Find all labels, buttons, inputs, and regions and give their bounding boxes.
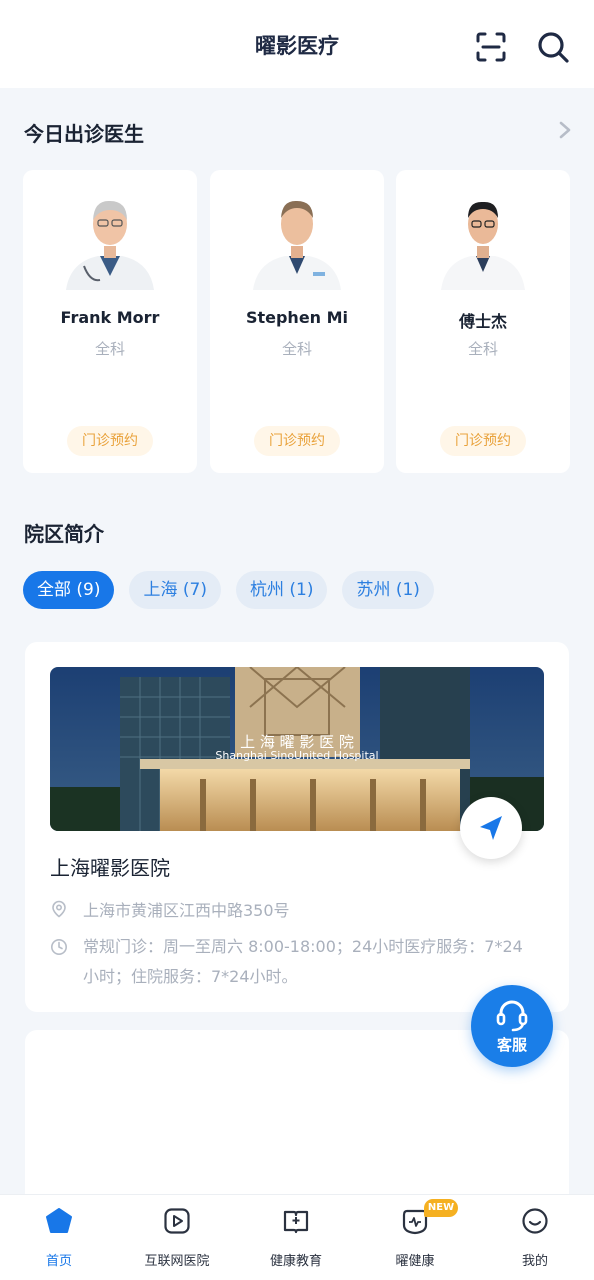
new-badge: NEW <box>424 1199 458 1217</box>
tab-label: 曜健康 <box>395 1254 435 1269</box>
tab-label: 健康教育 <box>269 1254 322 1269</box>
tab-label: 互联网医院 <box>144 1254 210 1269</box>
doctor-department: 全科 <box>281 340 312 358</box>
customer-service-button[interactable]: 客服 <box>471 985 553 1067</box>
customer-service-label: 客服 <box>496 1036 527 1054</box>
tab-label: 首页 <box>45 1254 72 1269</box>
doctor-department: 全科 <box>94 340 125 358</box>
navigate-button[interactable] <box>460 797 522 859</box>
clock-icon <box>50 938 68 956</box>
doctor-photo <box>60 190 160 290</box>
doctor-name: Frank Morr <box>60 308 160 327</box>
book-appointment-button[interactable]: 门诊预约 <box>440 426 526 456</box>
more-doctors-button[interactable] <box>556 120 574 140</box>
campus-filter-bar: 全部 (9) 上海 (7) 杭州 (1) 苏州 (1) <box>23 571 434 609</box>
tab-label: 我的 <box>521 1254 548 1269</box>
bottom-tab-bar: 首页 互联网医院 健康教育 曜健康 我的 <box>0 1194 594 1280</box>
doctor-photo <box>433 190 533 290</box>
tab-health-education[interactable]: 健康教育 <box>237 1195 355 1280</box>
top-bar: 曜影医疗 <box>0 0 594 88</box>
tab-mine[interactable]: 我的 <box>476 1195 594 1280</box>
navigation-arrow-icon <box>480 816 502 840</box>
doctor-card[interactable]: 傅士杰 全科 门诊预约 <box>396 170 570 473</box>
scan-button[interactable] <box>474 30 508 64</box>
campus-section-title: 院区简介 <box>24 522 104 546</box>
doctor-department: 全科 <box>467 340 498 358</box>
home-icon <box>45 1207 73 1235</box>
headset-icon <box>496 1000 528 1032</box>
location-pin-icon <box>50 900 68 918</box>
tab-internet-hospital[interactable]: 互联网医院 <box>118 1195 236 1280</box>
doctor-name: Stephen Mi <box>245 308 349 327</box>
hospital-card[interactable]: 上 海 曜 影 医 院 Shanghai SinoUnited Hospital… <box>25 642 569 1012</box>
tab-home[interactable]: 首页 <box>0 1195 118 1280</box>
filter-chip-hangzhou[interactable]: 杭州 (1) <box>235 571 328 609</box>
doctor-card[interactable]: Stephen Mi 全科 门诊预约 <box>210 170 384 473</box>
filter-chip-suzhou[interactable]: 苏州 (1) <box>342 571 434 609</box>
doctor-photo <box>247 190 347 290</box>
book-icon <box>282 1207 310 1235</box>
hospital-photo-sign-en: Shanghai SinoUnited Hospital <box>215 749 378 762</box>
search-button[interactable] <box>536 30 570 64</box>
play-icon <box>163 1207 191 1235</box>
filter-chip-shanghai[interactable]: 上海 (7) <box>129 571 221 609</box>
book-appointment-button[interactable]: 门诊预约 <box>67 426 153 456</box>
chevron-right-icon <box>559 121 571 139</box>
book-appointment-button[interactable]: 门诊预约 <box>254 426 340 456</box>
doctor-name: 傅士杰 <box>458 312 507 331</box>
hospital-hours: 常规门诊：周一至周六 8:00-18:00；24小时医疗服务：7*24小时；住院… <box>83 937 523 986</box>
hospital-address: 上海市黄浦区江西中路350号 <box>83 901 290 920</box>
hospital-name: 上海曜影医院 <box>50 856 170 880</box>
doctors-section-title: 今日出诊医生 <box>24 122 144 146</box>
smile-icon <box>521 1207 549 1235</box>
filter-chip-all[interactable]: 全部 (9) <box>23 571 115 609</box>
search-icon <box>538 32 569 63</box>
scan-icon <box>476 32 506 62</box>
doctor-card[interactable]: Frank Morr 全科 门诊预约 <box>23 170 197 473</box>
